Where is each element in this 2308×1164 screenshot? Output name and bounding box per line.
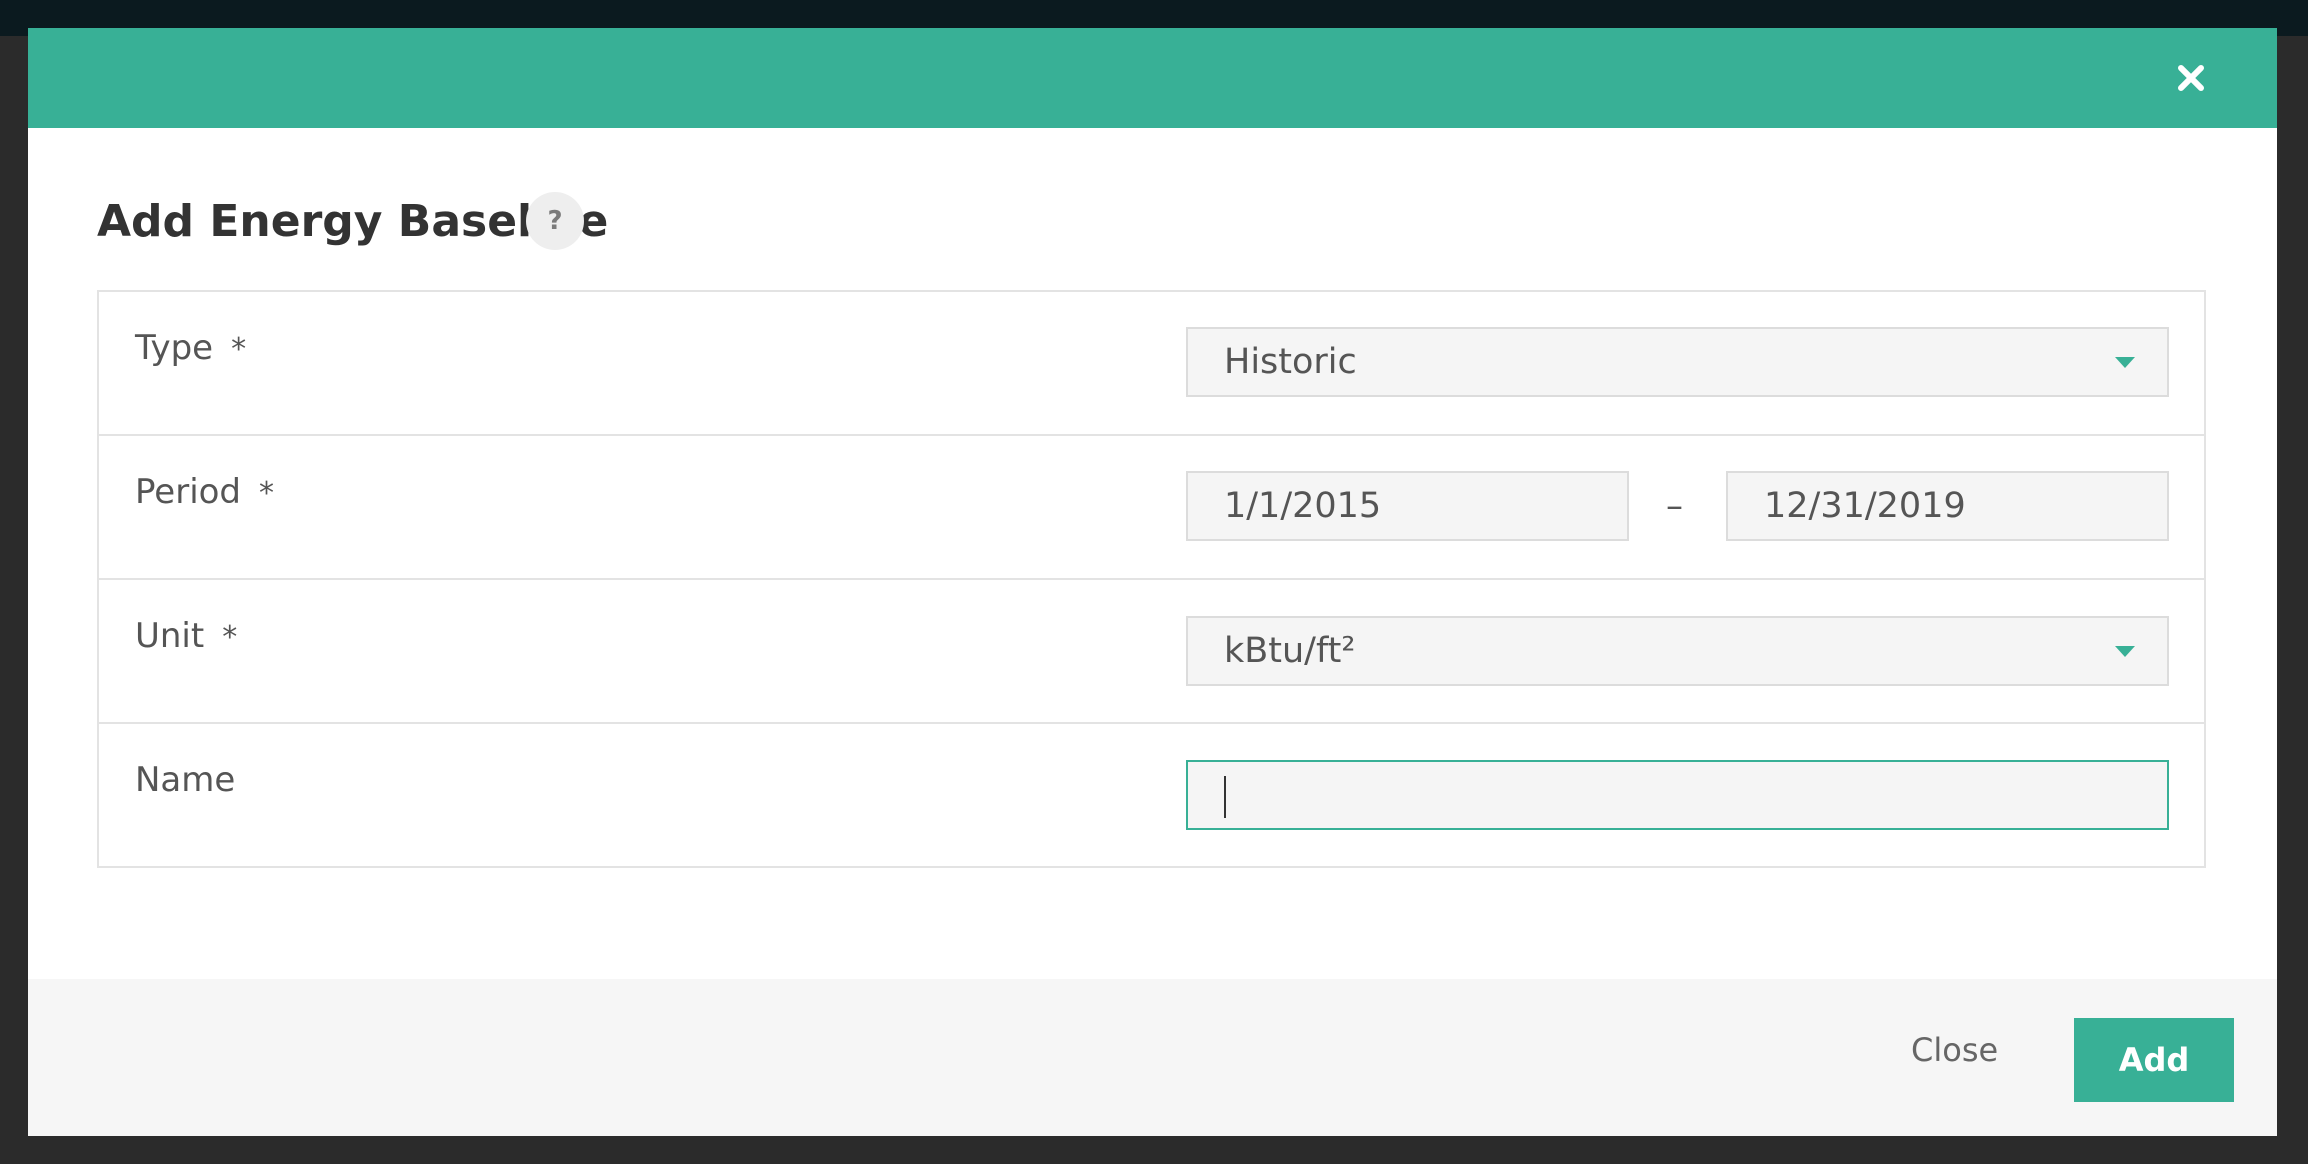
unit-select[interactable]: kBtu/ft² [1186,616,2169,686]
chevron-down-icon [2115,646,2135,657]
unit-select-value: kBtu/ft² [1224,631,1356,671]
form-row-unit: Unit * kBtu/ft² [99,580,2204,724]
required-mark: * [259,476,275,511]
type-select-value: Historic [1224,342,1357,382]
form-row-name: Name [99,724,2204,868]
period-start-date-input[interactable]: 1/1/2015 [1186,471,1629,541]
name-input[interactable] [1186,760,2169,830]
dialog-footer: Close Add [28,979,2277,1136]
form-row-period: Period * 1/1/2015 – 12/31/2019 [99,436,2204,580]
type-select[interactable]: Historic [1186,327,2169,397]
unit-label-text: Unit [135,616,205,656]
name-label: Name [135,760,235,800]
period-separator: – [1666,486,1683,526]
period-end-date-input[interactable]: 12/31/2019 [1726,471,2169,541]
period-start-value: 1/1/2015 [1224,486,1382,526]
type-label: Type * [135,328,246,368]
name-label-text: Name [135,760,236,800]
period-label: Period * [135,472,274,512]
text-cursor [1224,776,1226,818]
unit-label: Unit * [135,616,237,656]
dialog-header [28,28,2277,128]
add-energy-baseline-dialog: Add Energy Baseline ? Type * Historic Per… [28,28,2277,1136]
close-button[interactable]: Close [1911,1031,1998,1069]
type-label-text: Type [135,328,214,368]
baseline-form: Type * Historic Period * 1/1/2015 – 12/31/… [97,290,2206,868]
period-label-text: Period [135,472,242,512]
help-icon[interactable]: ? [526,192,584,250]
required-mark: * [222,620,238,655]
close-icon[interactable] [2173,60,2209,96]
chevron-down-icon [2115,357,2135,368]
period-end-value: 12/31/2019 [1764,486,1966,526]
required-mark: * [231,332,247,367]
form-row-type: Type * Historic [99,292,2204,436]
add-button[interactable]: Add [2074,1018,2234,1102]
